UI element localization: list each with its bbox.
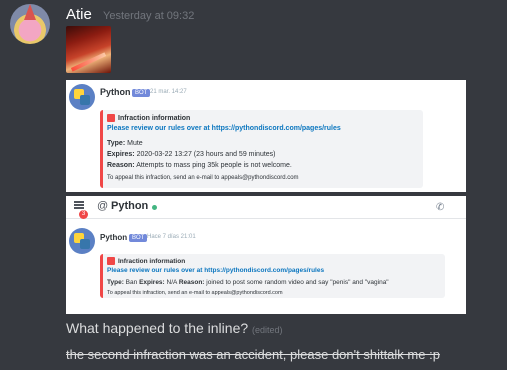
appeal-footer: To appeal this infraction, send an e-mai…	[107, 290, 283, 296]
bot-tag: BOT	[129, 234, 148, 242]
expires-row: Expires: 2020-03-22 13:27 (23 hours and …	[107, 151, 276, 158]
expires-value: N/A	[166, 279, 178, 286]
reason-label: Reason:	[178, 279, 205, 286]
bot-message-time: Hace 7 días 21:01	[147, 234, 196, 240]
reason-value: joined to post some random video and say…	[206, 279, 389, 286]
screenshot-infraction-2[interactable]: 3 @ Python ✆ Python BOT Hace 7 días 21:0…	[66, 196, 466, 314]
infraction-embed: Infraction information Please review our…	[100, 254, 445, 298]
expires-label: Expires:	[139, 279, 165, 286]
appeal-footer: To appeal this infraction, send an e-mai…	[107, 175, 299, 181]
expires-label: Expires:	[107, 151, 135, 158]
embed-title: Infraction information	[118, 114, 191, 122]
online-status-icon	[152, 205, 157, 210]
bot-message-time: 21 mar. 14:27	[150, 89, 187, 95]
dm-at-icon: @	[97, 200, 109, 212]
reason-row: Reason: Attempts to mass ping 35k people…	[107, 162, 292, 169]
python-logo-icon	[69, 84, 95, 110]
user-avatar[interactable]	[10, 4, 50, 44]
message-line-question: What happened to the inline? (edited)	[66, 320, 283, 336]
infraction-icon	[107, 257, 115, 265]
rules-link[interactable]: Please review our rules over at https://…	[107, 125, 341, 132]
mention-count-badge: 3	[79, 210, 88, 219]
infraction-details-row: Type: Ban Expires: N/A Reason: joined to…	[107, 279, 389, 286]
attached-image[interactable]	[66, 26, 111, 73]
bot-name: Python	[100, 87, 131, 97]
message-timestamp: Yesterday at 09:32	[103, 10, 195, 22]
channel-topbar: 3 @ Python ✆	[66, 196, 466, 219]
screenshot-infraction-1[interactable]: Python BOT 21 mar. 14:27 Infraction info…	[66, 80, 466, 192]
bot-name: Python	[100, 233, 128, 242]
type-row: Type: Mute	[107, 140, 143, 147]
edited-tag: (edited)	[252, 325, 283, 335]
python-logo-icon	[69, 228, 95, 254]
infraction-embed: Infraction information Please review our…	[100, 110, 423, 188]
type-label: Type:	[107, 279, 124, 286]
type-value: Mute	[127, 140, 143, 147]
infraction-icon	[107, 114, 115, 122]
hamburger-menu-icon[interactable]	[74, 201, 84, 209]
message-line-strikethrough: the second infraction was an accident, p…	[66, 347, 440, 362]
embed-header: Infraction information	[107, 114, 190, 122]
reason-label: Reason:	[107, 162, 135, 169]
avatar-hat-icon	[24, 4, 36, 20]
reason-value: Attempts to mass ping 35k people is not …	[136, 162, 292, 169]
username[interactable]: Atie	[66, 6, 92, 23]
type-label: Type:	[107, 140, 126, 147]
message-text: What happened to the inline?	[66, 320, 249, 336]
channel-name: Python	[111, 200, 149, 212]
embed-title: Infraction information	[118, 257, 186, 265]
expires-value: 2020-03-22 13:27 (23 hours and 59 minute…	[136, 151, 276, 158]
embed-header: Infraction information	[107, 257, 185, 265]
phone-icon[interactable]: ✆	[436, 202, 444, 213]
bot-tag: BOT	[132, 89, 151, 97]
type-value: Ban	[125, 279, 138, 286]
rules-link[interactable]: Please review our rules over at https://…	[107, 267, 324, 274]
